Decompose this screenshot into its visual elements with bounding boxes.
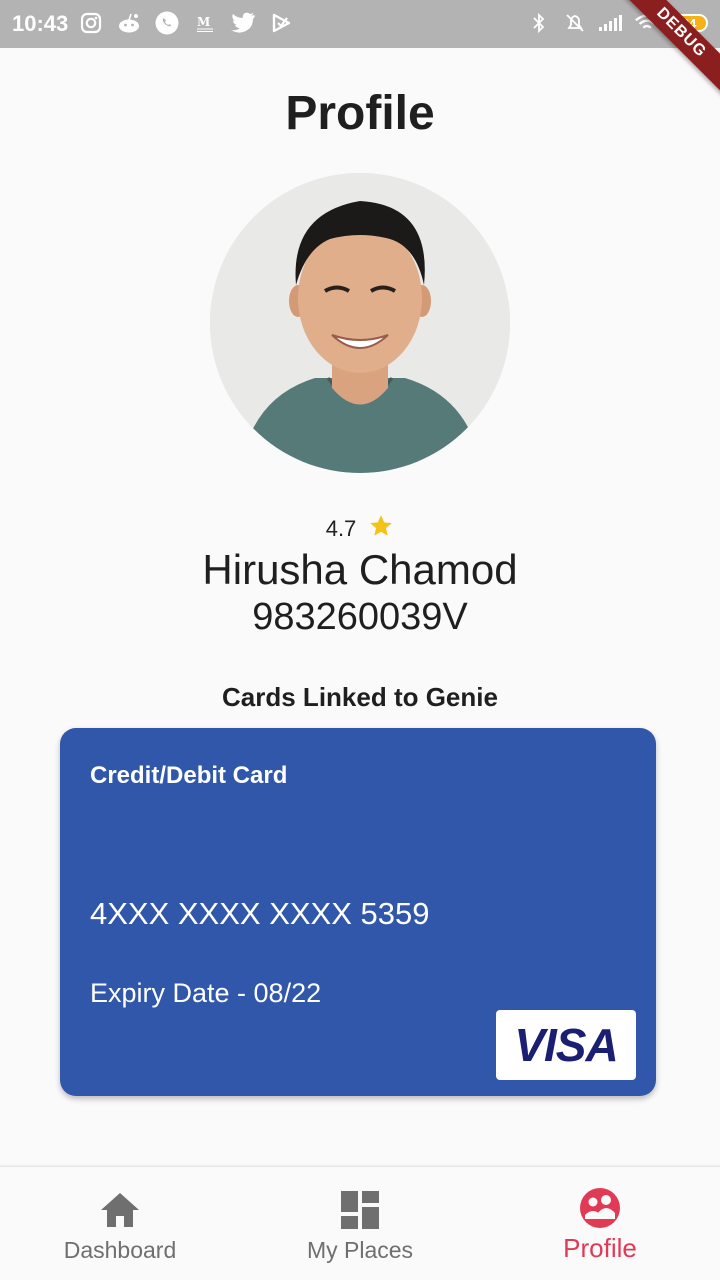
nav-my-places-label: My Places <box>306 1237 414 1263</box>
signal-icon <box>598 10 624 36</box>
linked-card[interactable]: Credit/Debit Card 4XXX XXXX XXXX 5359 Ex… <box>60 728 656 1096</box>
status-time: 10:43 <box>12 11 69 36</box>
user-name: Hirusha Chamod <box>202 546 518 593</box>
star-icon <box>368 513 394 544</box>
home-icon <box>99 1189 141 1231</box>
nav-profile-label: Profile <box>563 1233 637 1263</box>
nav-dashboard[interactable]: Dashboard <box>0 1167 240 1280</box>
nav-dashboard-label: Dashboard <box>63 1237 177 1263</box>
page-title: Profile <box>285 87 435 140</box>
instagram-icon <box>78 10 104 36</box>
play-store-icon <box>268 10 294 36</box>
bottom-navigation: Dashboard My Places Profile <box>0 1166 720 1280</box>
medium-icon: M <box>192 10 218 36</box>
card-expiry: Expiry Date - 08/22 <box>90 978 322 1008</box>
nav-my-places[interactable]: My Places <box>240 1167 480 1280</box>
visa-logo-text: VISA <box>514 1019 618 1071</box>
profile-screen: 10:43 M DEBUG Profile 4.7 Hirusha Chamod… <box>0 0 720 1280</box>
visa-logo: VISA <box>496 1010 636 1080</box>
whatsapp-icon <box>154 10 180 36</box>
dashboard-grid-icon <box>339 1189 381 1231</box>
card-number: 4XXX XXXX XXXX 5359 <box>90 896 430 931</box>
reddit-icon <box>116 10 142 36</box>
notification-icons: M <box>78 10 294 36</box>
bluetooth-icon <box>526 10 552 36</box>
user-nic: 983260039V <box>252 596 468 638</box>
twitter-icon <box>230 10 256 36</box>
alarm-off-icon <box>562 10 588 36</box>
rating-value: 4.7 <box>325 515 357 541</box>
card-type: Credit/Debit Card <box>90 762 288 789</box>
people-circle-icon <box>579 1187 621 1229</box>
status-bar: 10:43 M <box>0 0 720 48</box>
profile-avatar[interactable] <box>210 173 510 473</box>
nav-profile[interactable]: Profile <box>480 1167 720 1280</box>
cards-section-title: Cards Linked to Genie <box>222 682 498 712</box>
svg-text:M: M <box>197 15 210 29</box>
rating-row: 4.7 <box>0 513 720 544</box>
